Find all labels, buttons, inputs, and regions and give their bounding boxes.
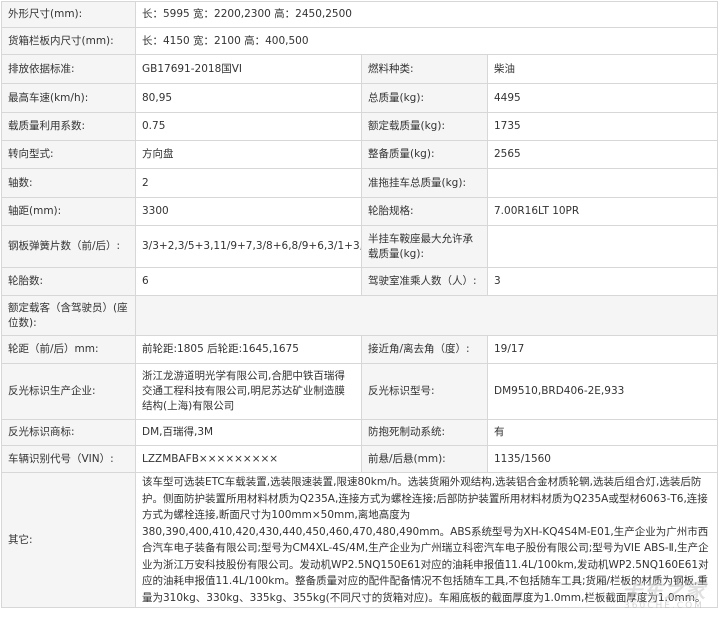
notes-text: 该车型可选装ETC车载装置,选装限速装置,限速80km/h。选装货厢外观结构,选… bbox=[134, 472, 719, 608]
table-row: 轮距（前/后）mm: 前轮距:1805 后轮距:1645,1675 接近角/离去… bbox=[1, 335, 719, 364]
spec-value: 1735 bbox=[486, 112, 719, 141]
spec-label: 钢板弹簧片数（前/后）: bbox=[1, 225, 136, 268]
table-row: 车辆识别代号（VIN）: LZZMBAFB××××××××× 前悬/后悬(mm)… bbox=[1, 445, 719, 473]
spec-label: 车辆识别代号（VIN）: bbox=[1, 445, 136, 473]
table-row: 载质量利用系数: 0.75 额定载质量(kg): 1735 bbox=[1, 112, 719, 141]
spec-value: 长：4150 宽：2100 高：400,500 bbox=[134, 27, 719, 55]
spec-label: 货箱栏板内尺寸(mm): bbox=[1, 27, 136, 55]
table-row: 转向型式: 方向盘 整备质量(kg): 2565 bbox=[1, 140, 719, 169]
table-row: 钢板弹簧片数（前/后）: 3/3+2,3/5+3,11/9+7,3/8+6,8/… bbox=[1, 225, 719, 268]
spec-value: DM9510,BRD406-2E,933 bbox=[486, 363, 719, 420]
spec-label: 载质量利用系数: bbox=[1, 112, 136, 141]
spec-label: 轴数: bbox=[1, 168, 136, 198]
spec-value: 2 bbox=[135, 168, 362, 198]
spec-value: 柴油 bbox=[486, 54, 719, 84]
spec-label: 前悬/后悬(mm): bbox=[361, 445, 488, 473]
spec-label: 最高车速(km/h): bbox=[1, 83, 136, 113]
table-row: 反光标识商标: DM,百瑞得,3M 防抱死制动系统: 有 bbox=[1, 419, 719, 446]
spec-value: 1135/1560 bbox=[486, 445, 719, 473]
spec-label: 半挂车鞍座最大允许承载质量(kg): bbox=[361, 225, 488, 268]
table-row: 货箱栏板内尺寸(mm): 长：4150 宽：2100 高：400,500 bbox=[1, 27, 719, 55]
table-row: 轮胎数: 6 驾驶室准乘人数（人）: 3 bbox=[1, 267, 719, 296]
spec-value bbox=[134, 295, 719, 336]
spec-value: 4495 bbox=[486, 83, 719, 113]
spec-value: 80,95 bbox=[135, 83, 362, 113]
spec-value: 浙江龙游道明光学有限公司,合肥中铁百瑞得交通工程科技有限公司,明尼苏达矿业制造膜… bbox=[135, 363, 362, 420]
spec-label: 轮距（前/后）mm: bbox=[1, 335, 136, 364]
spec-value: LZZMBAFB××××××××× bbox=[135, 445, 362, 473]
spec-value: GB17691-2018国VI bbox=[135, 54, 362, 84]
spec-label: 排放依据标准: bbox=[1, 54, 136, 84]
spec-label: 额定载客（含驾驶员）(座位数): bbox=[1, 295, 136, 336]
spec-label: 接近角/离去角（度）: bbox=[361, 335, 488, 364]
spec-value: 2565 bbox=[486, 140, 719, 169]
spec-label: 轮胎规格: bbox=[361, 197, 488, 226]
spec-label: 整备质量(kg): bbox=[361, 140, 488, 169]
spec-label: 驾驶室准乘人数（人）: bbox=[361, 267, 488, 296]
spec-value: DM,百瑞得,3M bbox=[135, 419, 362, 446]
spec-value: 6 bbox=[135, 267, 362, 296]
spec-table: 外形尺寸(mm): 长：5995 宽：2200,2300 高：2450,2500… bbox=[1, 1, 719, 608]
spec-value bbox=[486, 168, 719, 198]
table-row: 排放依据标准: GB17691-2018国VI 燃料种类: 柴油 bbox=[1, 54, 719, 84]
spec-label: 其它: bbox=[1, 472, 136, 608]
spec-label: 轮胎数: bbox=[1, 267, 136, 296]
table-row: 额定载客（含驾驶员）(座位数): bbox=[1, 295, 719, 336]
spec-label: 总质量(kg): bbox=[361, 83, 488, 113]
spec-label: 燃料种类: bbox=[361, 54, 488, 84]
spec-value: 3 bbox=[486, 267, 719, 296]
table-row: 外形尺寸(mm): 长：5995 宽：2200,2300 高：2450,2500 bbox=[1, 1, 719, 28]
table-row: 反光标识生产企业: 浙江龙游道明光学有限公司,合肥中铁百瑞得交通工程科技有限公司… bbox=[1, 363, 719, 420]
spec-label: 准拖挂车总质量(kg): bbox=[361, 168, 488, 198]
spec-label: 额定载质量(kg): bbox=[361, 112, 488, 141]
spec-label: 反光标识商标: bbox=[1, 419, 136, 446]
spec-label: 外形尺寸(mm): bbox=[1, 1, 136, 28]
spec-label: 防抱死制动系统: bbox=[361, 419, 488, 446]
spec-label: 反光标识型号: bbox=[361, 363, 488, 420]
table-row: 轴数: 2 准拖挂车总质量(kg): bbox=[1, 168, 719, 198]
spec-value: 前轮距:1805 后轮距:1645,1675 bbox=[135, 335, 362, 364]
table-row: 最高车速(km/h): 80,95 总质量(kg): 4495 bbox=[1, 83, 719, 113]
spec-label: 转向型式: bbox=[1, 140, 136, 169]
spec-value bbox=[486, 225, 719, 268]
spec-value: 长：5995 宽：2200,2300 高：2450,2500 bbox=[134, 1, 719, 28]
spec-value: 有 bbox=[486, 419, 719, 446]
spec-value: 0.75 bbox=[135, 112, 362, 141]
spec-value: 方向盘 bbox=[135, 140, 362, 169]
spec-value: 3/3+2,3/5+3,11/9+7,3/8+6,8/9+6,3/1+3,3/5… bbox=[135, 225, 362, 268]
spec-value: 7.00R16LT 10PR bbox=[486, 197, 719, 226]
spec-label: 轴距(mm): bbox=[1, 197, 136, 226]
table-row: 其它: 该车型可选装ETC车载装置,选装限速装置,限速80km/h。选装货厢外观… bbox=[1, 472, 719, 608]
spec-label: 反光标识生产企业: bbox=[1, 363, 136, 420]
table-row: 轴距(mm): 3300 轮胎规格: 7.00R16LT 10PR bbox=[1, 197, 719, 226]
spec-value: 3300 bbox=[135, 197, 362, 226]
spec-value: 19/17 bbox=[486, 335, 719, 364]
